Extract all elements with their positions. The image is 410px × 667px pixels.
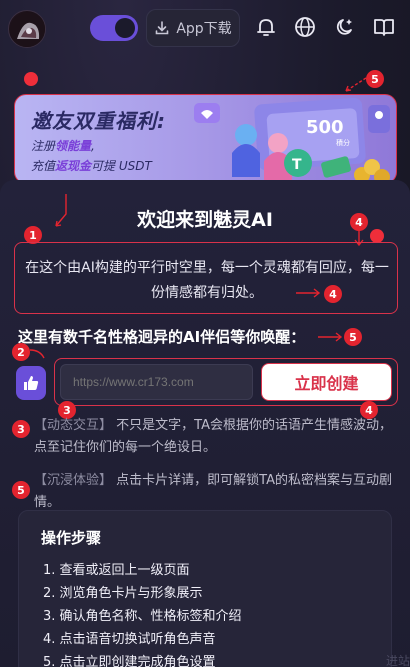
marker-5: 5 — [12, 481, 30, 499]
banner-title: 邀友双重福利: — [31, 109, 166, 133]
app-download-label: App下载 — [176, 21, 232, 37]
step-item: 4. 点击语音切换试听角色声音 — [43, 632, 216, 647]
toggle-knob — [115, 18, 135, 38]
bell-icon[interactable] — [254, 15, 278, 39]
steps-list: 1. 查看或返回上一级页面 2. 浏览角色卡片与形象展示 3. 确认角色名称、性… — [43, 559, 242, 667]
marker-dot — [24, 72, 38, 86]
download-icon — [156, 21, 169, 35]
banner-line-1: 注册领能量, — [31, 139, 95, 153]
moon-icon[interactable] — [333, 15, 357, 39]
marker-arrow — [29, 349, 45, 359]
svg-text:積分: 積分 — [336, 138, 350, 147]
marker-4: 4 — [324, 285, 342, 303]
url-input[interactable] — [60, 364, 253, 400]
banner-illustration: 500 積分 T — [194, 97, 390, 183]
like-button[interactable] — [16, 366, 46, 400]
marker-3: 3 — [12, 420, 30, 438]
page: App下载 5 邀友双重福利: 注册领能量, 充值返现金可提 USDT 500 … — [0, 0, 410, 667]
book-icon[interactable] — [372, 15, 396, 39]
step-item: 2. 浏览角色卡片与形象展示 — [43, 586, 203, 601]
dynamic-interaction-text: 【动态交互】 不只是文字，TA会根据你的话语产生情感波动，点至记住你们的每一个绝… — [34, 418, 392, 455]
step-item: 5. 点击立即创建完成角色设置 — [43, 655, 216, 667]
step-item: 3. 确认角色名称、性格标签和介绍 — [43, 609, 242, 624]
avatar-icon — [10, 12, 45, 47]
page-title: 欢迎来到魅灵AI — [137, 209, 273, 231]
invite-banner[interactable]: 邀友双重福利: 注册领能量, 充值返现金可提 USDT 500 積分 T — [14, 94, 397, 184]
thumbs-up-icon — [24, 376, 39, 390]
marker-5: 5 — [344, 328, 362, 346]
svg-text:500: 500 — [306, 117, 344, 138]
footer-ghost-text: 进站 — [385, 654, 410, 667]
steps-title: 操作步骤 — [41, 529, 102, 547]
app-download-button[interactable]: App下载 — [146, 9, 240, 47]
marker-arrow — [318, 332, 343, 342]
globe-icon[interactable] — [293, 15, 317, 39]
immersive-experience-text: 【沉浸体验】 点击卡片详请，即可解锁TA的私密档案与互动剧情。 — [34, 473, 392, 510]
top-bar: App下载 — [0, 0, 410, 58]
svg-text:T: T — [292, 157, 302, 173]
avatar[interactable] — [8, 10, 46, 48]
create-now-button[interactable]: 立即创建 — [261, 363, 392, 401]
steps-panel: 操作步骤 1. 查看或返回上一级页面 2. 浏览角色卡片与形象展示 3. 确认角… — [18, 510, 392, 667]
marker-arrow — [296, 288, 321, 298]
marker-5: 5 — [366, 70, 384, 88]
subheading: 这里有数千名性格迥异的AI伴侣等你唤醒： — [18, 328, 306, 346]
banner-line-2: 充值返现金可提 USDT — [31, 159, 152, 173]
theme-toggle[interactable] — [90, 15, 138, 41]
step-item: 1. 查看或返回上一级页面 — [43, 563, 190, 578]
